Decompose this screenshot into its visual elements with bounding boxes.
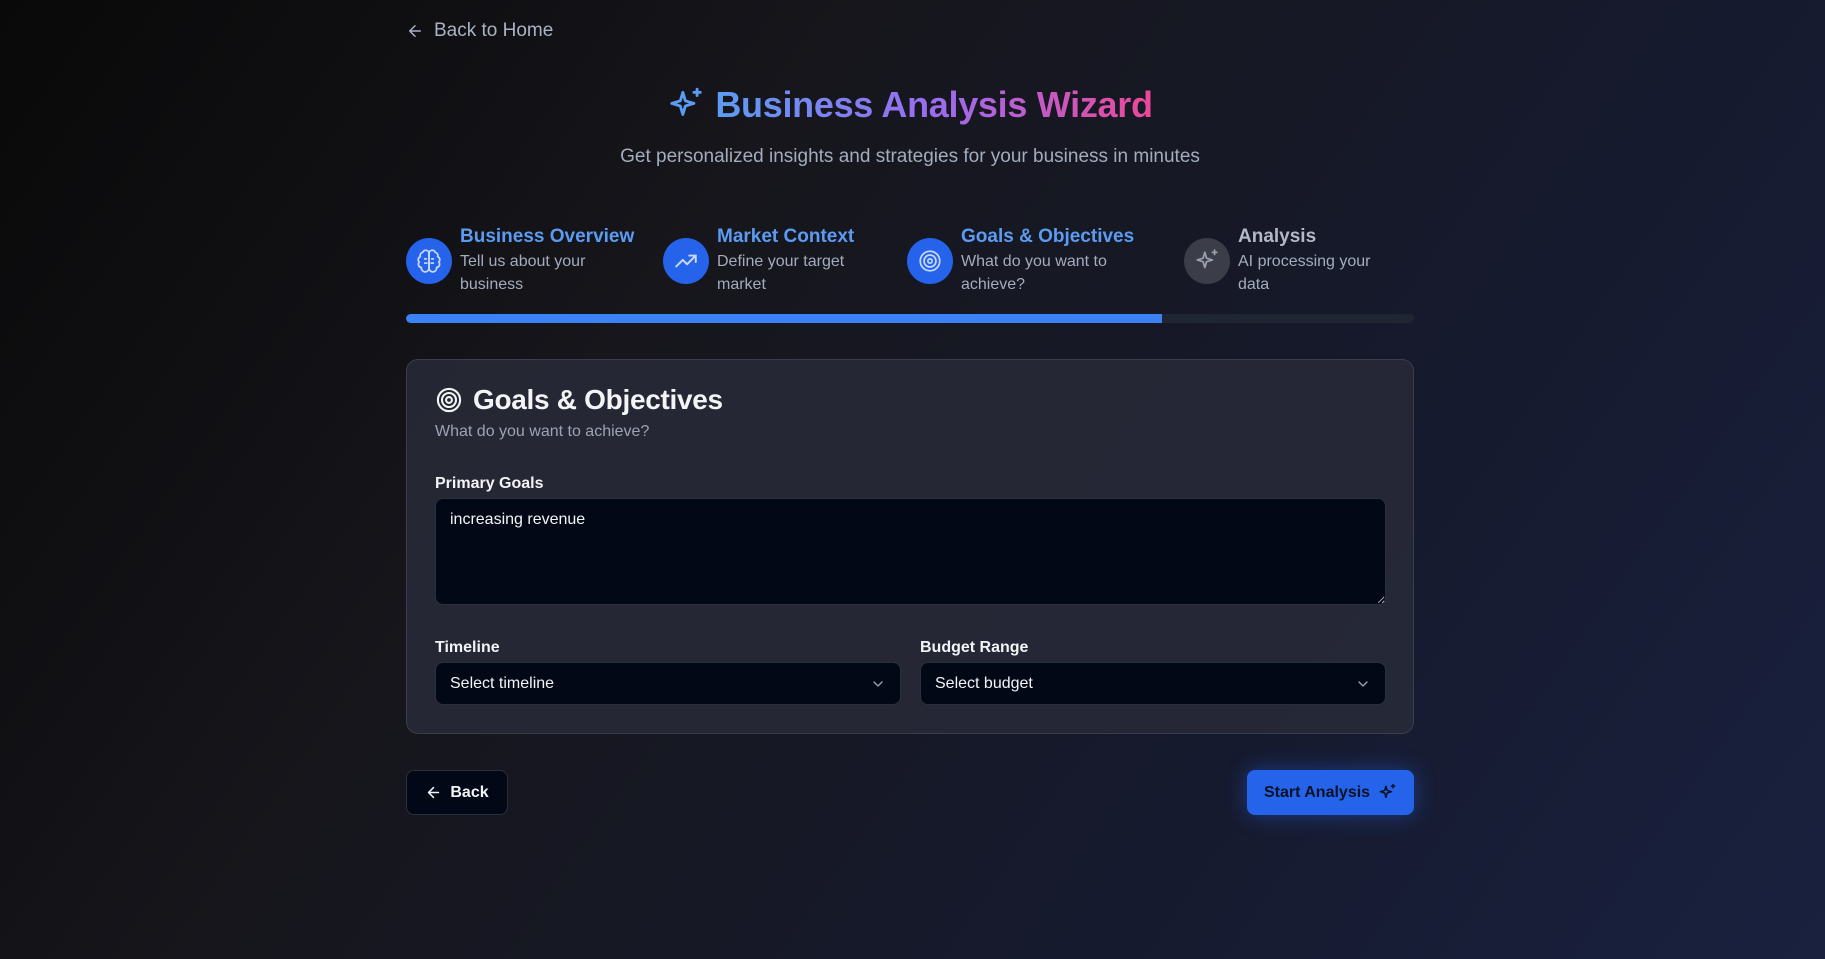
step-circle [663, 238, 709, 284]
sparkles-icon [670, 87, 703, 116]
card-title: Goals & Objectives [473, 384, 723, 415]
page-header: Business Analysis Wizard [406, 84, 1414, 126]
step-business-overview[interactable]: Business Overview Tell us about your bus… [406, 226, 634, 296]
start-analysis-label: Start Analysis [1263, 783, 1371, 801]
chevron-down-icon [873, 680, 883, 687]
step-desc-line2: data [1238, 276, 1270, 293]
target-icon [436, 387, 462, 413]
step-circle [1184, 238, 1230, 284]
step-desc-line2: achieve? [961, 276, 1026, 293]
step-desc-line1: AI processing your [1238, 253, 1371, 270]
step-market-context[interactable]: Market Context Define your target market [663, 226, 854, 296]
primary-goals-label: Primary Goals [435, 475, 544, 492]
step-analysis[interactable]: Analysis AI processing your data [1184, 226, 1371, 296]
progress-bar [406, 314, 1414, 323]
timeline-label: Timeline [435, 639, 500, 656]
step-name: Business Overview [460, 226, 635, 247]
step-circle [907, 238, 953, 284]
chevron-down-icon [1358, 680, 1368, 687]
step-name: Analysis [1238, 226, 1317, 247]
step-desc-line1: Tell us about your [460, 253, 586, 270]
timeline-select[interactable]: Select timeline [435, 662, 901, 705]
budget-select-value: Select budget [935, 674, 1033, 692]
timeline-select-value: Select timeline [450, 674, 555, 692]
step-name: Goals & Objectives [961, 226, 1135, 247]
stepper: Business Overview Tell us about your bus… [406, 226, 1414, 296]
back-to-home-label: Back to Home [434, 20, 554, 41]
back-to-home-link[interactable]: Back to Home [406, 20, 553, 42]
sparkles-icon [1379, 783, 1396, 799]
trending-up-icon [675, 254, 697, 268]
goals-card: Goals & Objectives What do you want to a… [406, 359, 1414, 734]
step-desc-line1: What do you want to [961, 253, 1107, 270]
budget-range-label: Budget Range [920, 639, 1029, 656]
start-analysis-button[interactable]: Start Analysis [1247, 770, 1414, 815]
target-icon [919, 250, 941, 272]
step-goals-objectives[interactable]: Goals & Objectives What do you want to a… [907, 226, 1134, 296]
brain-icon [417, 249, 441, 273]
page-title: Business Analysis Wizard [715, 84, 1153, 125]
step-circle [406, 238, 452, 284]
arrow-left-icon [428, 786, 440, 799]
step-desc-line2: business [460, 276, 524, 293]
progress-fill [406, 314, 1162, 323]
step-desc-line2: market [717, 276, 766, 293]
card-subtitle: What do you want to achieve? [435, 423, 650, 440]
budget-select[interactable]: Select budget [920, 662, 1386, 705]
back-button[interactable]: Back [406, 770, 508, 815]
primary-goals-textarea[interactable] [435, 498, 1386, 605]
step-name: Market Context [717, 226, 855, 247]
page-subtitle: Get personalized insights and strategies… [620, 146, 1200, 167]
sparkles-icon [1196, 249, 1218, 269]
step-desc-line1: Define your target [717, 253, 845, 270]
card-header: Goals & Objectives [435, 384, 723, 416]
arrow-left-icon [409, 25, 421, 37]
back-button-label: Back [450, 783, 489, 801]
